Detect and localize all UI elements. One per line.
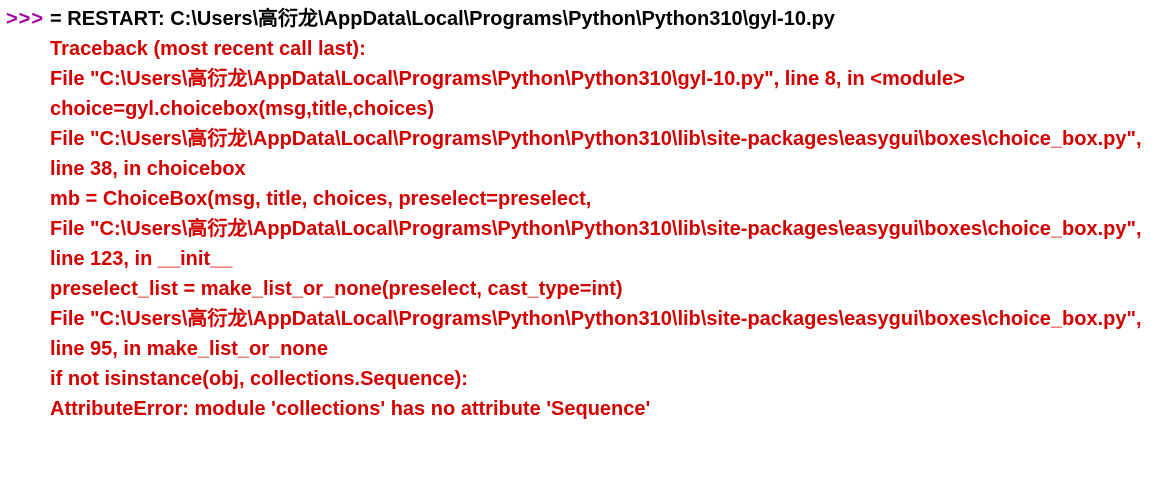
traceback-line: preselect_list = make_list_or_none(prese… (50, 274, 1151, 304)
output-area: = RESTART: C:\Users\高衍龙\AppData\Local\Pr… (50, 4, 1151, 424)
traceback-line: choice=gyl.choicebox(msg,title,choices) (50, 94, 1151, 124)
traceback-line: File "C:\Users\高衍龙\AppData\Local\Program… (50, 304, 1151, 364)
traceback-line: File "C:\Users\高衍龙\AppData\Local\Program… (50, 124, 1151, 184)
traceback-error: AttributeError: module 'collections' has… (50, 394, 1151, 424)
shell-output: >>> = RESTART: C:\Users\高衍龙\AppData\Loca… (6, 4, 1151, 424)
restart-line: = RESTART: C:\Users\高衍龙\AppData\Local\Pr… (50, 4, 1151, 34)
traceback-line: mb = ChoiceBox(msg, title, choices, pres… (50, 184, 1151, 214)
prompt: >>> (6, 4, 44, 34)
traceback-line: File "C:\Users\高衍龙\AppData\Local\Program… (50, 214, 1151, 274)
traceback-line: if not isinstance(obj, collections.Seque… (50, 364, 1151, 394)
traceback-line: File "C:\Users\高衍龙\AppData\Local\Program… (50, 64, 1151, 94)
traceback-header: Traceback (most recent call last): (50, 34, 1151, 64)
